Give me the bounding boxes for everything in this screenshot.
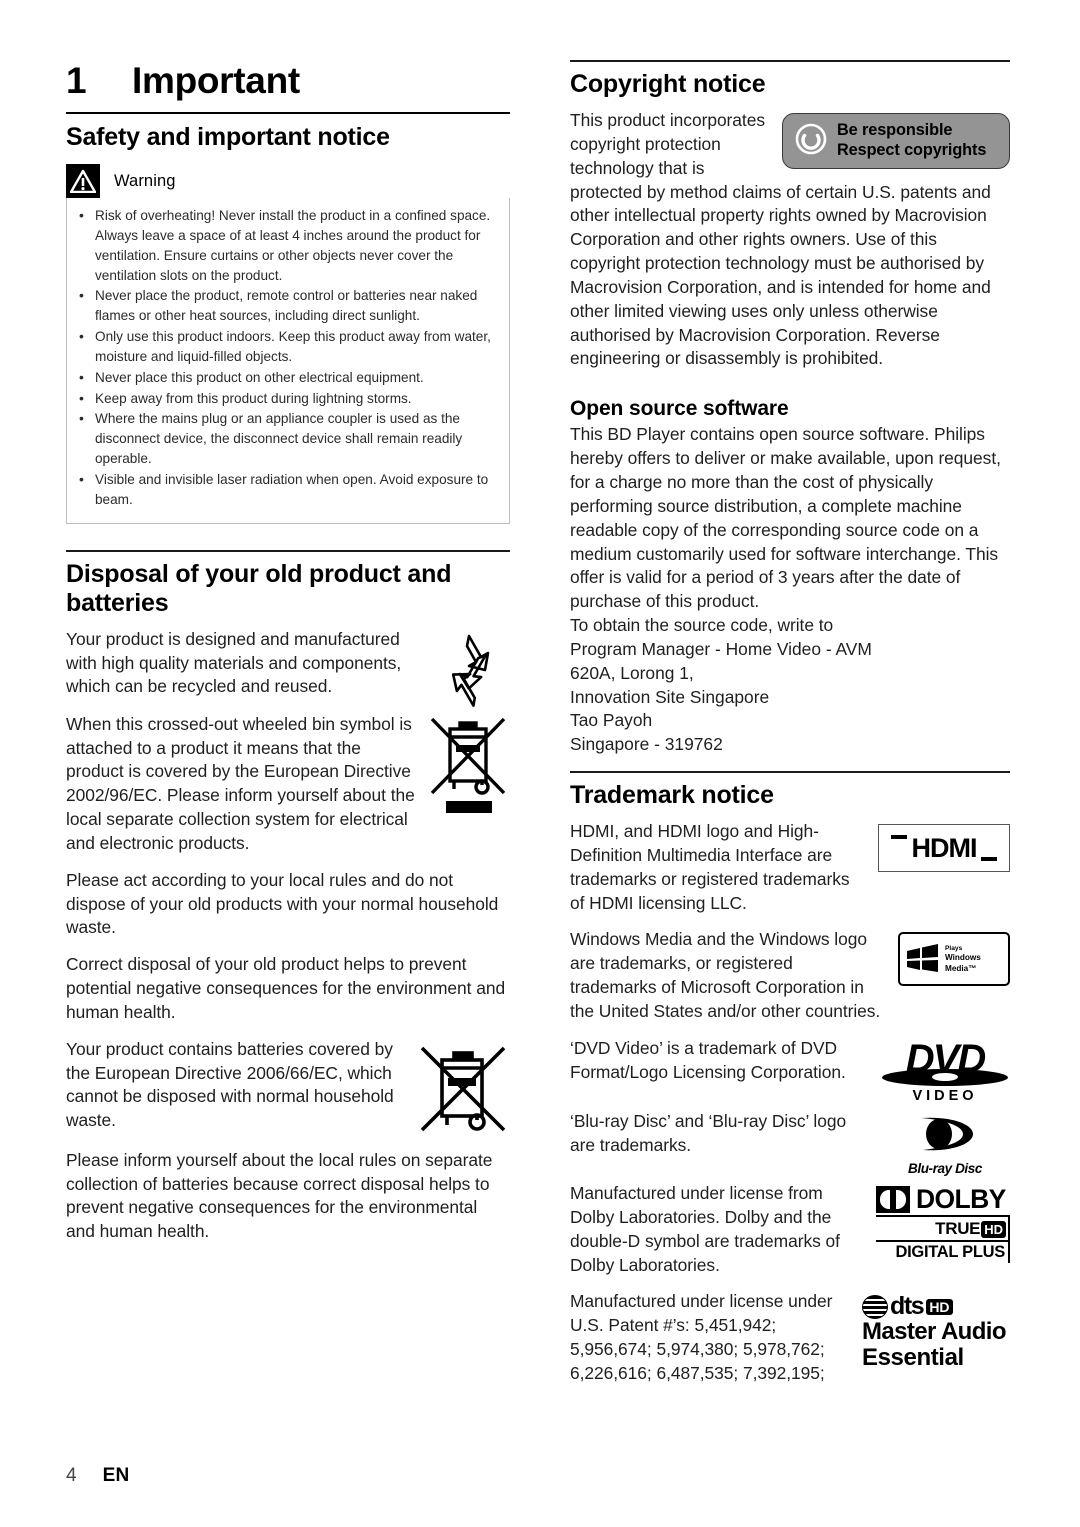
list-item: Keep away from this product during light… <box>75 388 497 409</box>
dts-logo-word: dts <box>890 1292 925 1321</box>
disposal-flow-3: Your product contains batteries covered … <box>66 1038 510 1149</box>
trademark-dvd: DVD VIDEO ‘DVD Video’ is a trademark of … <box>570 1037 1010 1110</box>
wm-line-3: Media™ <box>945 963 977 973</box>
svg-text:HDMI: HDMI <box>912 833 977 863</box>
page-language: EN <box>102 1465 130 1486</box>
recycle-mobius-icon <box>428 630 510 713</box>
badge-text: Be responsible Respect copyrights <box>837 121 986 160</box>
page-number: 4 <box>66 1465 77 1486</box>
dvd-video-logo-icon: DVD VIDEO <box>880 1039 1010 1105</box>
address-line: Tao Payoh <box>570 710 653 731</box>
trademark-dolby: DOLBY TRUE HD DIGITAL PLUS Manufactured … <box>570 1182 1010 1290</box>
warning-triangle-icon <box>66 164 100 198</box>
windows-logo-text: Plays Windows Media™ <box>945 945 981 974</box>
badge-line-1: Be responsible <box>837 121 953 140</box>
dolby-digital-plus-word: DIGITAL PLUS <box>876 1240 1010 1264</box>
open-source-heading: Open source software <box>570 397 789 421</box>
address-line: Singapore - 319762 <box>570 734 723 755</box>
dolby-logo-word: DOLBY <box>916 1184 1006 1215</box>
crossed-out-wheeled-bin-icon <box>426 713 510 822</box>
trademark-windows: Plays Windows Media™ Windows Media and t… <box>570 928 1010 1036</box>
double-d-symbol-icon <box>876 1186 910 1214</box>
plays-windows-media-logo-icon: Plays Windows Media™ <box>898 932 1010 987</box>
section-title-safety: Safety and important notice <box>66 123 390 151</box>
dvd-logo-bottom: VIDEO <box>912 1088 978 1105</box>
manual-page: 1 Important Safety and important notice … <box>0 0 1080 1527</box>
open-source-address-intro: To obtain the source code, write to <box>570 615 834 636</box>
address-line: Innovation Site Singapore <box>570 686 770 707</box>
disposal-paragraph-3: Please act according to your local rules… <box>66 869 499 938</box>
trademark-hdmi: HDMI HDMI, and HDMI logo and High-Defini… <box>570 820 1010 928</box>
disposal-paragraph-4: Correct disposal of your old product hel… <box>66 954 506 1022</box>
open-source-body: This BD Player contains open source soft… <box>570 424 1001 612</box>
address-line: Program Manager - Home Video - AVM <box>570 638 872 659</box>
wm-line-2: Windows <box>945 953 981 963</box>
bluray-logo-word: Blu-ray Disc <box>908 1161 982 1177</box>
list-item: Visible and invisible laser radiation wh… <box>75 469 497 510</box>
dvd-logo-ellipse <box>882 1069 1008 1087</box>
dolby-truehd-digital-plus-logo-icon: DOLBY TRUE HD DIGITAL PLUS <box>876 1184 1010 1264</box>
list-item: Never place this product on other electr… <box>75 367 497 388</box>
disposal-paragraph-6: Please inform yourself about the local r… <box>66 1149 493 1242</box>
warning-list: Risk of overheating! Never install the p… <box>75 205 497 510</box>
chapter-number: 1 <box>66 60 87 101</box>
dts-disc-icon <box>862 1294 888 1319</box>
chapter-divider <box>66 112 510 114</box>
warning-block: Warning Risk of overheating! Never insta… <box>66 164 510 524</box>
list-item: Only use this product indoors. Keep this… <box>75 326 497 367</box>
dolby-true-word: TRUE <box>935 1219 981 1239</box>
section-title-trademark: Trademark notice <box>570 781 774 810</box>
warning-header: Warning <box>66 164 510 198</box>
trademark-divider <box>570 771 1010 774</box>
page-footer: 4 EN <box>66 1465 130 1487</box>
chapter-heading: 1 Important <box>66 60 510 102</box>
badge-line-2: Respect copyrights <box>837 141 987 159</box>
dts-logo-line-2: Master Audio <box>862 1318 1007 1346</box>
dolby-hd-badge: HD <box>981 1220 1006 1238</box>
disposal-divider <box>66 549 510 552</box>
section-title-copyright: Copyright notice <box>570 70 766 98</box>
disposal-flow-2: When this crossed-out wheeled bin symbol… <box>66 713 510 869</box>
wm-line-1: Plays <box>945 945 963 953</box>
trademark-bluray: Blu-ray Disc ‘Blu-ray Disc’ and ‘Blu-ray… <box>570 1110 1010 1182</box>
list-item: Risk of overheating! Never install the p… <box>75 205 497 285</box>
dts-logo-line-3: Essential <box>862 1343 964 1371</box>
right-column: Copyright notice Be responsible Respect … <box>570 60 1010 1399</box>
open-source-address: Program Manager - Home Video - AVM 620A,… <box>570 638 1010 757</box>
copyright-flow: Be responsible Respect copyrights This p… <box>570 109 1010 384</box>
blu-ray-disc-logo-icon: Blu-ray Disc <box>880 1114 1010 1176</box>
dts-hd-badge: HD <box>926 1298 953 1315</box>
trademark-dts: dts HD Master Audio Essential Manufactur… <box>570 1290 1010 1398</box>
section-title-disposal: Disposal of your old product and batteri… <box>66 559 452 617</box>
chapter-title: Important <box>132 60 300 101</box>
dts-hd-master-audio-logo-icon: dts HD Master Audio Essential <box>862 1294 1010 1370</box>
warning-list-box: Risk of overheating! Never install the p… <box>66 198 510 524</box>
copyright-power-circle-icon <box>794 122 828 161</box>
copyright-divider <box>570 60 1010 62</box>
be-responsible-badge: Be responsible Respect copyrights <box>782 113 1010 169</box>
dolby-truehd-row: TRUE HD <box>876 1217 1010 1241</box>
list-item: Never place the product, remote control … <box>75 285 497 326</box>
warning-label: Warning <box>114 171 176 190</box>
list-item: Where the mains plug or an appliance cou… <box>75 408 497 469</box>
address-line: 620A, Lorong 1, <box>570 662 694 683</box>
crossed-out-wheeled-bin-battery-icon <box>414 1040 510 1149</box>
disposal-flow-1: Your product is designed and manufacture… <box>66 628 510 713</box>
hdmi-logo-icon: HDMI <box>878 824 1010 873</box>
left-column: 1 Important Safety and important notice … <box>66 60 510 1257</box>
